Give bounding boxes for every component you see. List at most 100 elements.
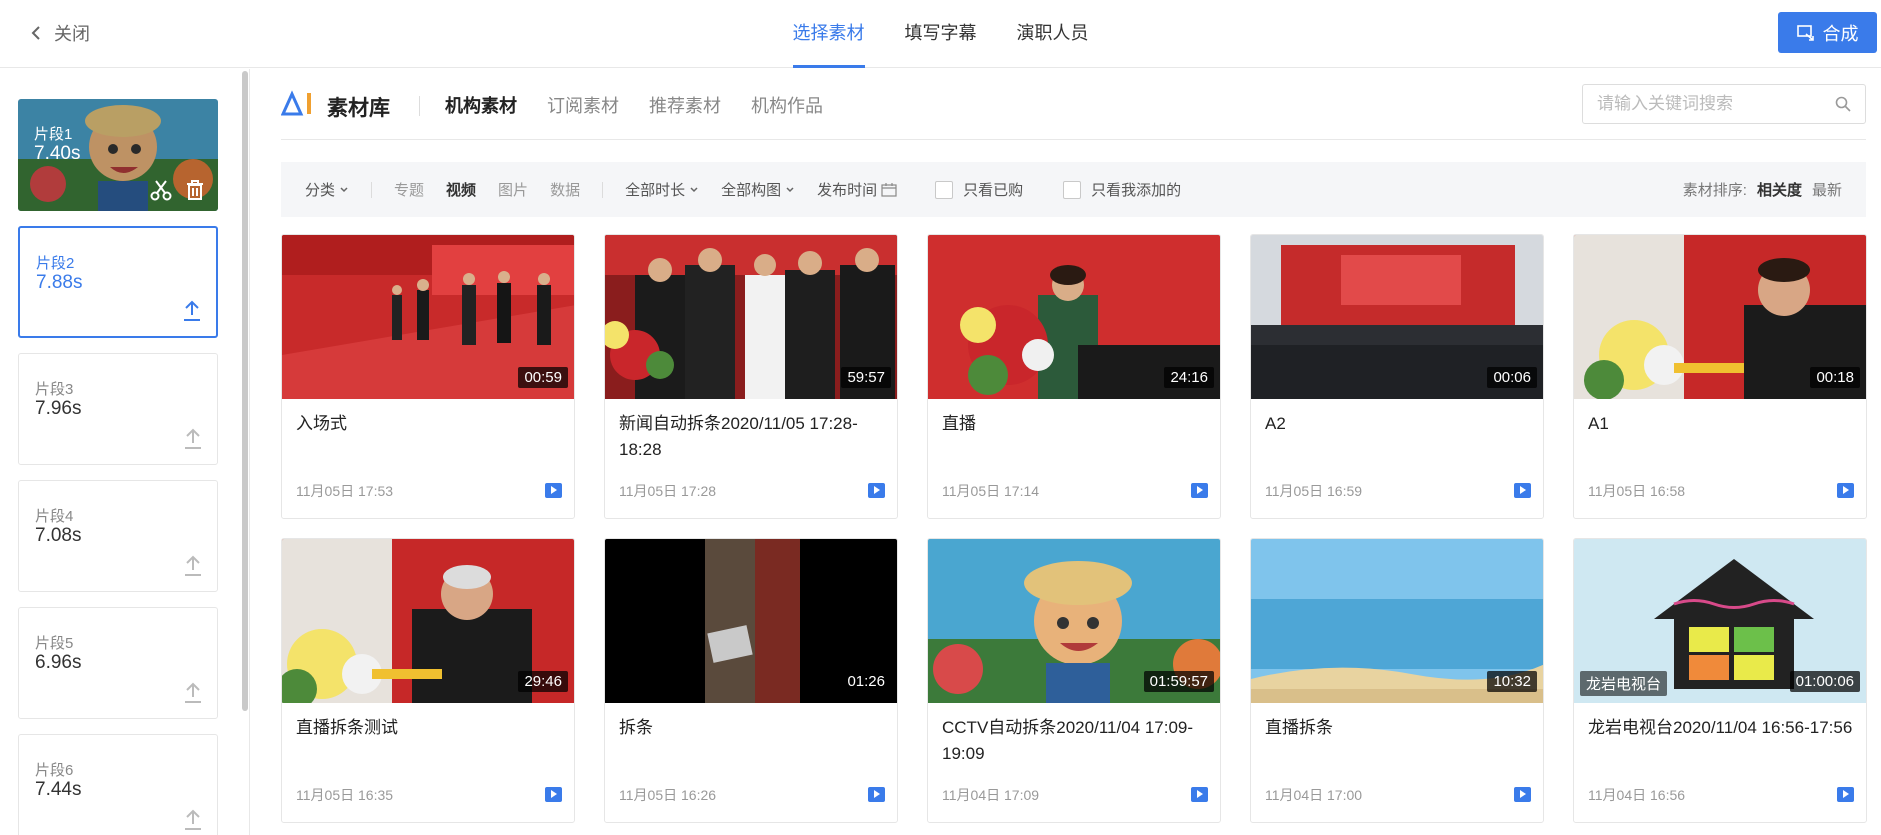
material-card[interactable]: 00:06 A2 11月05日 16:59	[1250, 234, 1544, 519]
segment-duration: 7.88s	[36, 272, 83, 293]
tab-org-works[interactable]: 机构作品	[751, 92, 823, 118]
duration-badge: 29:46	[518, 671, 568, 692]
card-date: 11月05日 16:58	[1588, 483, 1686, 499]
only-purchased-checkbox[interactable]: 只看已购	[935, 179, 1023, 200]
tab-org-material[interactable]: 机构素材	[445, 92, 517, 118]
card-title: 龙岩电视台2020/11/04 16:56-17:56	[1588, 718, 1853, 737]
material-card[interactable]: 00:18 A1 11月05日 16:58	[1573, 234, 1867, 519]
material-card[interactable]: 龙岩电视台 01:00:06 龙岩电视台2020/11/04 16:56-17:…	[1573, 538, 1867, 823]
play-icon[interactable]	[1191, 787, 1208, 802]
tab-recommended-material[interactable]: 推荐素材	[649, 92, 721, 118]
card-date: 11月05日 17:53	[296, 483, 394, 499]
main-tabs: 选择素材 填写字幕 演职人员	[0, 0, 1881, 68]
filter-bar: 分类 专题 视频 图片 数据 全部时长 全部构图 发布时间 只看已购 只看我添加…	[281, 162, 1866, 217]
material-card[interactable]: 24:16 直播 11月05日 17:14	[927, 234, 1221, 519]
sort-options: 素材排序: 相关度 最新	[1683, 179, 1842, 200]
duration-badge: 01:59:57	[1143, 671, 1214, 692]
material-card[interactable]: 29:46 直播拆条测试 11月05日 16:35	[281, 538, 575, 823]
play-icon[interactable]	[868, 787, 885, 802]
play-icon[interactable]	[1514, 787, 1531, 802]
card-title: 入场式	[296, 414, 347, 433]
type-image[interactable]: 图片	[498, 179, 528, 200]
upload-icon[interactable]	[183, 682, 203, 704]
segment-duration: 7.44s	[35, 779, 82, 800]
tab-cast-crew[interactable]: 演职人员	[997, 0, 1109, 68]
segment-sidebar: 片段1 7.40s 片段2 7.88s 片段3 7.96s 片段4 7.08s …	[0, 69, 250, 835]
segment-item-3[interactable]: 片段3 7.96s	[18, 353, 218, 465]
only-mine-checkbox[interactable]: 只看我添加的	[1063, 179, 1181, 200]
calendar-icon	[881, 182, 897, 197]
channel-overlay-label: 龙岩电视台	[1580, 671, 1668, 696]
type-video[interactable]: 视频	[446, 179, 476, 200]
type-topic[interactable]: 专题	[394, 179, 424, 200]
tab-fill-subtitles[interactable]: 填写字幕	[885, 0, 997, 68]
play-icon[interactable]	[545, 483, 562, 498]
publish-time-picker[interactable]: 发布时间	[817, 179, 897, 200]
card-date: 11月04日 17:00	[1265, 787, 1363, 803]
card-title: 直播拆条测试	[296, 718, 398, 737]
compose-button[interactable]: 合成	[1778, 12, 1877, 53]
card-title: 直播	[942, 414, 976, 433]
card-title: A1	[1588, 414, 1609, 433]
divider	[419, 96, 420, 116]
type-data[interactable]: 数据	[550, 179, 580, 200]
play-icon[interactable]	[868, 483, 885, 498]
material-card[interactable]: 00:59 入场式 11月05日 17:53	[281, 234, 575, 519]
segment-item-6[interactable]: 片段6 7.44s	[18, 734, 218, 835]
category-dropdown[interactable]: 分类	[305, 179, 349, 200]
tab-subscribed-material[interactable]: 订阅素材	[547, 92, 619, 118]
segment-label: 片段5	[35, 635, 74, 652]
segment-item-2[interactable]: 片段2 7.88s	[18, 226, 218, 338]
segment-item-4[interactable]: 片段4 7.08s	[18, 480, 218, 592]
chevron-down-icon	[690, 186, 698, 192]
upload-icon[interactable]	[182, 300, 202, 322]
top-bar: 关闭 选择素材 填写字幕 演职人员 合成	[0, 0, 1881, 68]
play-icon[interactable]	[1837, 787, 1854, 802]
segment-duration: 6.96s	[35, 652, 82, 673]
only-purchased-label: 只看已购	[963, 182, 1024, 199]
play-icon[interactable]	[1514, 483, 1531, 498]
tab-select-material[interactable]: 选择素材	[773, 0, 885, 68]
card-title: 拆条	[619, 718, 653, 737]
publish-time-label: 发布时间	[817, 182, 878, 199]
composition-dropdown[interactable]: 全部构图	[721, 179, 795, 200]
duration-badge: 10:32	[1487, 671, 1537, 692]
play-icon[interactable]	[1837, 483, 1854, 498]
scissors-icon[interactable]	[150, 179, 172, 201]
duration-badge: 59:57	[841, 367, 891, 388]
sort-label: 素材排序:	[1682, 182, 1747, 199]
divider	[602, 181, 604, 198]
chevron-down-icon	[340, 186, 348, 192]
search-box	[1582, 84, 1866, 124]
sort-latest[interactable]: 最新	[1812, 179, 1842, 200]
search-icon[interactable]	[1835, 96, 1851, 112]
segment-label: 片段4	[35, 508, 74, 525]
upload-icon[interactable]	[183, 809, 203, 831]
only-mine-label: 只看我添加的	[1091, 182, 1182, 199]
chevron-down-icon	[786, 186, 794, 192]
divider	[371, 181, 373, 198]
material-card[interactable]: 01:26 拆条 11月05日 16:26	[604, 538, 898, 823]
play-icon[interactable]	[1191, 483, 1208, 498]
checkbox-box[interactable]	[935, 180, 954, 199]
composition-label: 全部构图	[721, 182, 782, 199]
sidebar-scrollbar[interactable]	[242, 71, 248, 711]
upload-icon[interactable]	[183, 428, 203, 450]
sort-relevance[interactable]: 相关度	[1757, 179, 1802, 200]
checkbox-box[interactable]	[1063, 180, 1082, 199]
card-title: CCTV自动拆条2020/11/04 17:09-19:09	[942, 718, 1194, 763]
search-input[interactable]	[1597, 94, 1835, 114]
card-date: 11月04日 17:09	[942, 787, 1040, 803]
segment-item-5[interactable]: 片段5 6.96s	[18, 607, 218, 719]
material-card[interactable]: 01:59:57 CCTV自动拆条2020/11/04 17:09-19:09 …	[927, 538, 1221, 823]
segment-duration: 7.40s	[34, 143, 81, 164]
play-icon[interactable]	[545, 787, 562, 802]
material-card[interactable]: 10:32 直播拆条 11月04日 17:00	[1250, 538, 1544, 823]
trash-icon[interactable]	[184, 179, 206, 201]
duration-badge: 00:06	[1487, 367, 1537, 388]
segment-item-1[interactable]: 片段1 7.40s	[18, 99, 218, 211]
duration-dropdown[interactable]: 全部时长	[625, 179, 699, 200]
upload-icon[interactable]	[183, 555, 203, 577]
card-title: A2	[1265, 414, 1286, 433]
material-card[interactable]: 59:57 新闻自动拆条2020/11/05 17:28-18:28 11月05…	[604, 234, 898, 519]
